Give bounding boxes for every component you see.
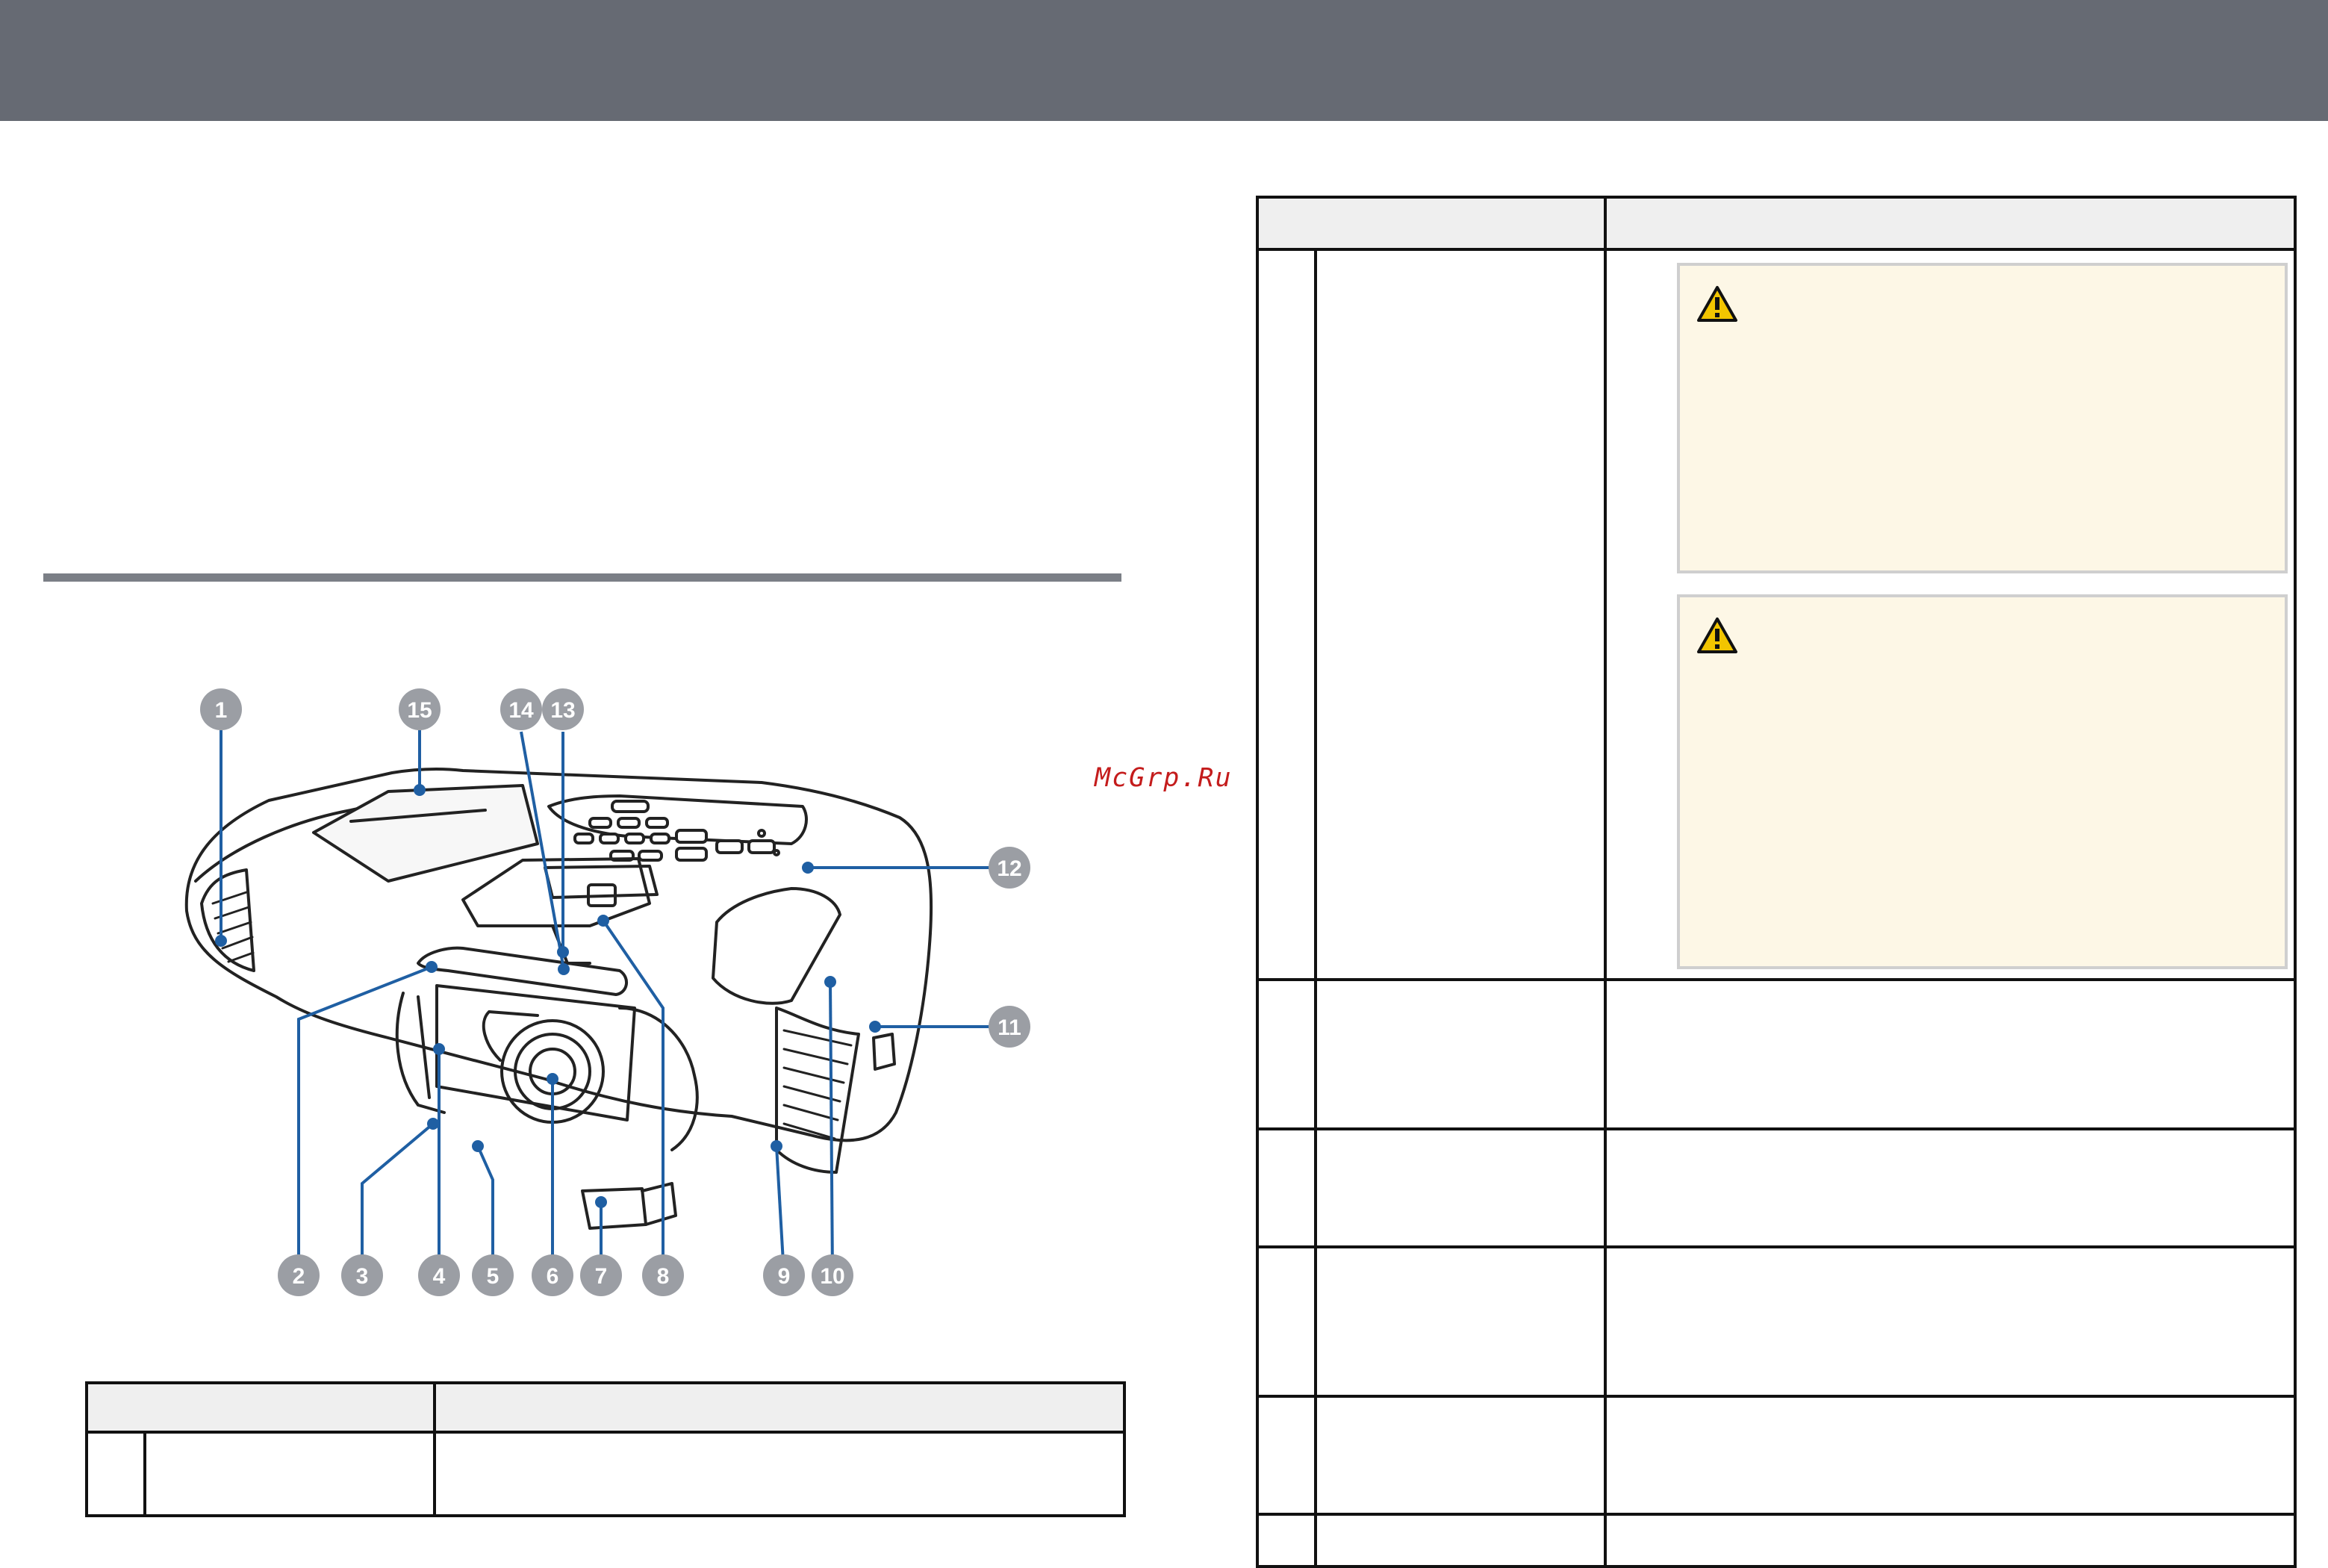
table-row — [1256, 1127, 2297, 1248]
leader-dots — [215, 784, 881, 1208]
table-row — [1256, 1245, 2297, 1398]
row-function-cell — [1604, 978, 2297, 1130]
header-cell-function — [433, 1381, 1126, 1434]
warning-box — [1677, 594, 2288, 969]
section-divider — [43, 573, 1121, 582]
row-number-cell — [1256, 1395, 1317, 1516]
row-number-cell — [85, 1431, 146, 1517]
table-header-row — [1256, 196, 2297, 251]
row-number-cell — [1256, 248, 1317, 981]
row-number-cell — [1256, 1127, 1317, 1248]
header-cell-name — [85, 1381, 436, 1434]
callout-label-11: 11 — [998, 1015, 1021, 1040]
callout-label-5: 5 — [487, 1264, 499, 1289]
row-function-cell — [433, 1431, 1126, 1517]
callout-label-9: 9 — [778, 1264, 791, 1289]
callout-label-10: 10 — [820, 1264, 844, 1289]
callout-label-6: 6 — [547, 1264, 559, 1289]
table-row — [1256, 1513, 2297, 1568]
row-name-cell — [1314, 1395, 1607, 1516]
callout-label-7: 7 — [595, 1264, 608, 1289]
row-function-cell — [1604, 1513, 2297, 1568]
callout-label-1: 1 — [215, 698, 228, 723]
header-cell-function — [1604, 196, 2297, 251]
callout-label-4: 4 — [433, 1264, 446, 1289]
parts-table-left — [85, 1381, 1126, 1517]
row-name-cell — [143, 1431, 436, 1517]
row-function-cell — [1604, 1395, 2297, 1516]
projector-diagram: 1 15 14 13 12 11 2 3 4 5 6 7 8 9 10 — [184, 688, 1030, 1296]
callout-label-13: 13 — [550, 698, 575, 723]
callout-label-8: 8 — [657, 1264, 670, 1289]
callout-label-14: 14 — [508, 698, 534, 723]
row-name-cell — [1314, 1513, 1607, 1568]
header-cell-name — [1256, 196, 1607, 251]
row-number-cell — [1256, 1245, 1317, 1398]
callout-label-15: 15 — [407, 698, 432, 723]
callout-label-12: 12 — [997, 856, 1021, 881]
row-name-cell — [1314, 248, 1607, 981]
row-name-cell — [1314, 978, 1607, 1130]
warning-triangle-icon — [1697, 286, 1737, 322]
warning-box — [1677, 263, 2288, 573]
row-function-cell — [1604, 1127, 2297, 1248]
row-function-cell — [1604, 1245, 2297, 1398]
row-number-cell — [1256, 1513, 1317, 1568]
table-row — [1256, 978, 2297, 1130]
warning-triangle-icon — [1697, 617, 1737, 653]
callout-label-3: 3 — [356, 1264, 369, 1289]
table-row — [1256, 1395, 2297, 1516]
row-number-cell — [1256, 978, 1317, 1130]
table-row — [85, 1431, 1126, 1517]
page-header-bar — [0, 0, 2328, 121]
row-name-cell — [1314, 1245, 1607, 1398]
callout-label-2: 2 — [293, 1264, 305, 1289]
table-header-row — [85, 1381, 1126, 1434]
row-name-cell — [1314, 1127, 1607, 1248]
